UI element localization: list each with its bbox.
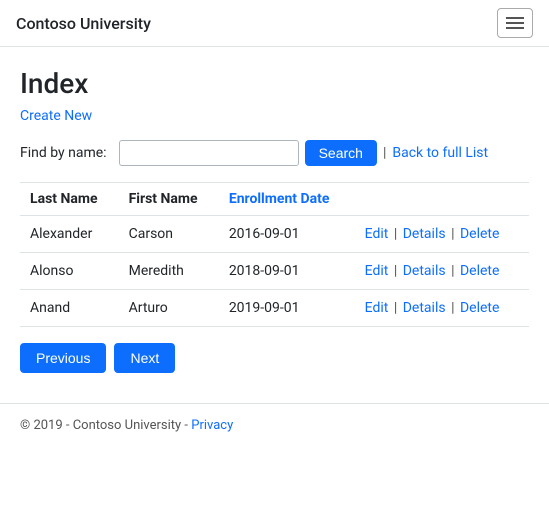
navbar: Contoso University bbox=[0, 0, 549, 47]
cell-last-name: Alexander bbox=[20, 216, 119, 253]
pipe-2: | bbox=[451, 300, 454, 316]
pipe-1: | bbox=[394, 300, 397, 316]
back-to-full-list-link[interactable]: Back to full List bbox=[392, 145, 488, 161]
create-new-link[interactable]: Create New bbox=[20, 108, 92, 124]
cell-last-name: Alonso bbox=[20, 253, 119, 290]
search-label: Find by name: bbox=[20, 145, 107, 161]
delete-link[interactable]: Delete bbox=[460, 300, 499, 316]
col-header-actions bbox=[355, 183, 529, 216]
cell-first-name: Carson bbox=[119, 216, 219, 253]
search-button[interactable]: Search bbox=[305, 140, 377, 166]
pipe-1: | bbox=[394, 263, 397, 279]
students-table: Last Name First Name Enrollment Date Ale… bbox=[20, 182, 529, 327]
pipe-divider: | bbox=[383, 145, 386, 161]
navbar-brand: Contoso University bbox=[16, 14, 151, 33]
main-content: Index Create New Find by name: Search | … bbox=[0, 47, 549, 403]
cell-actions: Edit | Details | Delete bbox=[355, 216, 529, 253]
table-row: Anand Arturo 2019-09-01 Edit | Details |… bbox=[20, 290, 529, 327]
privacy-link[interactable]: Privacy bbox=[191, 418, 233, 433]
cell-enrollment-date: 2018-09-01 bbox=[219, 253, 355, 290]
pipe-1: | bbox=[394, 226, 397, 242]
delete-link[interactable]: Delete bbox=[460, 226, 499, 242]
details-link[interactable]: Details bbox=[403, 226, 446, 242]
footer: © 2019 - Contoso University - Privacy bbox=[0, 403, 549, 447]
pagination: Previous Next bbox=[20, 343, 529, 373]
table-row: Alonso Meredith 2018-09-01 Edit | Detail… bbox=[20, 253, 529, 290]
cell-enrollment-date: 2016-09-01 bbox=[219, 216, 355, 253]
cell-actions: Edit | Details | Delete bbox=[355, 253, 529, 290]
cell-first-name: Arturo bbox=[119, 290, 219, 327]
cell-first-name: Meredith bbox=[119, 253, 219, 290]
toggler-line-2 bbox=[506, 22, 524, 24]
details-link[interactable]: Details bbox=[403, 300, 446, 316]
navbar-toggler[interactable] bbox=[497, 8, 533, 38]
col-header-last-name: Last Name bbox=[20, 183, 119, 216]
edit-link[interactable]: Edit bbox=[365, 263, 389, 279]
table-header-row: Last Name First Name Enrollment Date bbox=[20, 183, 529, 216]
pipe-2: | bbox=[451, 226, 454, 242]
pipe-2: | bbox=[451, 263, 454, 279]
col-header-first-name: First Name bbox=[119, 183, 219, 216]
toggler-line-3 bbox=[506, 27, 524, 29]
toggler-line-1 bbox=[506, 17, 524, 19]
footer-text: © 2019 - Contoso University - bbox=[20, 418, 188, 433]
cell-actions: Edit | Details | Delete bbox=[355, 290, 529, 327]
search-row: Find by name: Search | Back to full List bbox=[20, 140, 529, 166]
table-row: Alexander Carson 2016-09-01 Edit | Detai… bbox=[20, 216, 529, 253]
cell-last-name: Anand bbox=[20, 290, 119, 327]
edit-link[interactable]: Edit bbox=[365, 226, 389, 242]
previous-button[interactable]: Previous bbox=[20, 343, 106, 373]
delete-link[interactable]: Delete bbox=[460, 263, 499, 279]
search-input[interactable] bbox=[119, 140, 299, 166]
page-title: Index bbox=[20, 67, 529, 100]
cell-enrollment-date: 2019-09-01 bbox=[219, 290, 355, 327]
col-header-enrollment-date: Enrollment Date bbox=[219, 183, 355, 216]
next-button[interactable]: Next bbox=[114, 343, 175, 373]
edit-link[interactable]: Edit bbox=[365, 300, 389, 316]
details-link[interactable]: Details bbox=[403, 263, 446, 279]
